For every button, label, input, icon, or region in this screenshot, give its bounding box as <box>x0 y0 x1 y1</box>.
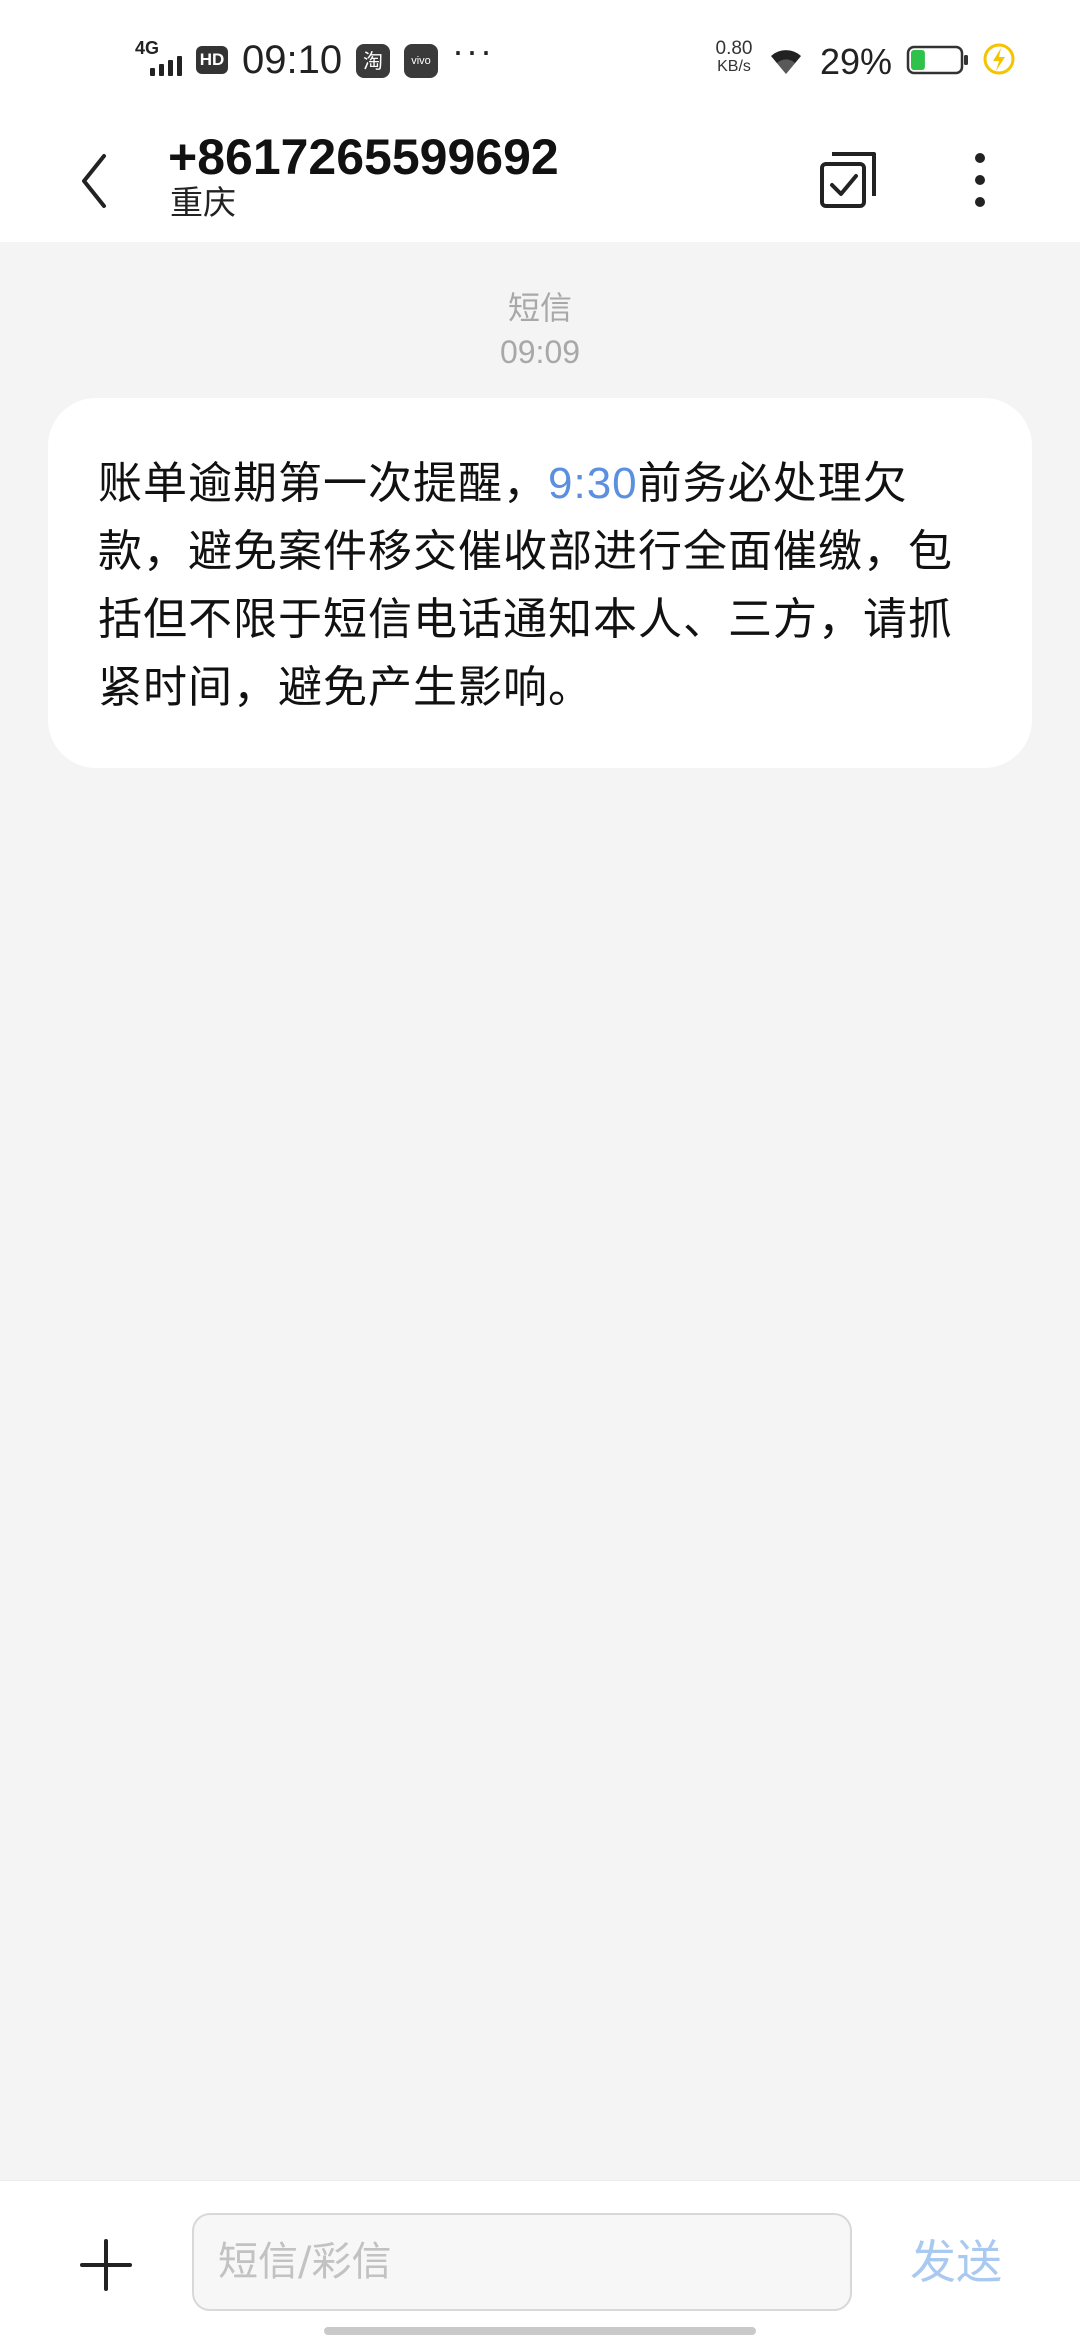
more-options-icon[interactable] <box>955 140 1005 220</box>
status-time: 09:10 <box>242 38 343 82</box>
more-notifications-icon: ··· <box>452 30 494 71</box>
conversation-header: +8617265599692 重庆 <box>0 120 1080 242</box>
message-text-before: 账单逾期第一次提醒， <box>98 458 548 509</box>
message-timestamp: 09:09 <box>499 334 581 370</box>
taobao-notification-icon: 淘 <box>356 44 390 78</box>
send-button[interactable]: 发送 <box>910 2231 1002 2293</box>
battery-icon <box>906 45 968 75</box>
message-time-link[interactable]: 9:30 <box>548 459 638 508</box>
message-bubble[interactable]: 账单逾期第一次提醒，9:30前务必处理欠款，避免案件移交催收部进行全面催缴，包括… <box>48 398 1032 768</box>
message-meta: 短信 09:09 <box>0 286 1080 374</box>
back-button[interactable] <box>60 136 140 226</box>
signal-strength-icon <box>150 52 182 76</box>
message-input[interactable] <box>192 2213 852 2311</box>
network-speed: 0.80 KB/s <box>706 38 762 76</box>
battery-percent: 29% <box>820 41 893 82</box>
network-speed-unit: KB/s <box>717 58 751 75</box>
home-indicator[interactable] <box>324 2327 756 2335</box>
multi-select-icon[interactable] <box>808 140 888 220</box>
contact-location: 重庆 <box>170 183 236 222</box>
add-attachment-button[interactable] <box>76 2235 136 2295</box>
network-speed-value: 0.80 <box>715 38 753 59</box>
hd-voice-icon: HD <box>196 46 228 74</box>
composer-bar: 发送 <box>0 2180 1080 2341</box>
status-bar: 4G HD 09:10 淘 vivo ··· 0.80 KB/s 29% <box>0 0 1080 120</box>
message-type-label: 短信 <box>507 289 572 327</box>
charging-icon <box>983 43 1015 75</box>
message-text: 账单逾期第一次提醒，9:30前务必处理欠款，避免案件移交催收部进行全面催缴，包括… <box>98 450 984 722</box>
vivo-notification-icon: vivo <box>404 44 438 78</box>
wifi-icon <box>771 50 801 74</box>
